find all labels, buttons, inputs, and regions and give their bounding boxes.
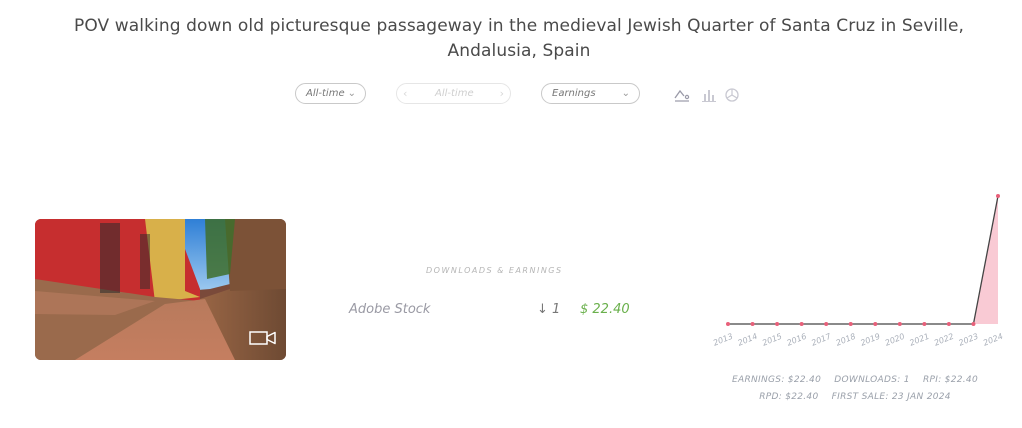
period-select[interactable]: All-time ⌄	[295, 83, 366, 104]
chart-point[interactable]	[824, 322, 829, 326]
chart-point[interactable]	[848, 322, 853, 326]
chart-point[interactable]	[897, 322, 902, 326]
filter-bar: All-time ⌄ ‹ All-time › Earnings ⌄	[0, 83, 1022, 107]
earnings-chart: 2013 2014 2015 2016 2017 2018 2019 2020 2021 2022…	[712, 194, 1004, 348]
stats-line-1: EARNINGS: $22.40 DOWNLOADS: 1 RPI: $22.4…	[700, 375, 1010, 385]
chart-point[interactable]	[726, 322, 730, 326]
stat-rpd: RPD: $22.40	[759, 392, 819, 402]
bar-chart-icon[interactable]	[700, 86, 718, 104]
x-tick-label: 2021	[908, 332, 930, 348]
stat-earnings: EARNINGS: $22.40	[732, 375, 822, 385]
download-count: ↓ 1	[537, 302, 561, 317]
x-tick-label: 2016	[786, 332, 808, 348]
chart-point[interactable]	[996, 194, 1000, 198]
x-tick-label: 2019	[859, 332, 881, 348]
chart-point[interactable]	[799, 322, 804, 326]
stats-line-2: RPD: $22.40 FIRST SALE: 23 JAN 2024	[700, 392, 1010, 402]
chart-point[interactable]	[946, 322, 951, 326]
chart-area	[728, 196, 998, 324]
chart-line	[728, 195, 999, 325]
pie-chart-icon[interactable]	[723, 86, 741, 104]
chevron-left-icon[interactable]: ‹	[403, 84, 407, 103]
chart-point[interactable]	[971, 322, 976, 326]
chevron-right-icon[interactable]: ›	[500, 84, 504, 103]
downloads-earnings-heading: DOWNLOADS & EARNINGS	[426, 266, 563, 275]
chart-point[interactable]	[922, 322, 927, 326]
chevron-down-icon: ⌄	[347, 88, 356, 99]
agency-name: Adobe Stock	[349, 302, 431, 317]
x-tick-label: 2017	[810, 331, 833, 347]
page-title: POV walking down old picturesque passage…	[73, 16, 965, 61]
x-tick-label: 2014	[736, 332, 758, 348]
video-camera-icon	[249, 330, 276, 350]
stat-downloads: DOWNLOADS: 1	[834, 375, 910, 385]
x-tick-label: 2023	[957, 332, 979, 348]
agency-earnings: $ 22.40	[580, 302, 630, 317]
range-stepper-value: All-time	[435, 88, 474, 99]
stat-first-sale: FIRST SALE: 23 JAN 2024	[831, 392, 951, 402]
stat-rpi: RPI: $22.40	[922, 375, 978, 385]
x-tick-label: 2022	[933, 332, 955, 348]
chart-point[interactable]	[775, 322, 780, 326]
x-tick-label: 2018	[835, 332, 857, 348]
metric-select[interactable]: Earnings ⌄	[541, 83, 640, 104]
line-chart-icon[interactable]	[673, 86, 691, 104]
chevron-down-icon: ⌄	[621, 88, 630, 99]
x-tick-label: 2015	[761, 332, 783, 348]
chart-point[interactable]	[873, 322, 878, 326]
chart-point[interactable]	[750, 322, 755, 326]
x-tick-label: 2013	[712, 332, 734, 348]
x-tick-label: 2020	[884, 332, 906, 348]
metric-select-value: Earnings	[552, 88, 596, 99]
video-thumbnail[interactable]	[35, 219, 286, 360]
range-stepper[interactable]: ‹ All-time ›	[396, 83, 511, 104]
period-select-value: All-time	[306, 88, 345, 99]
x-tick-label: 2024	[982, 332, 1004, 348]
